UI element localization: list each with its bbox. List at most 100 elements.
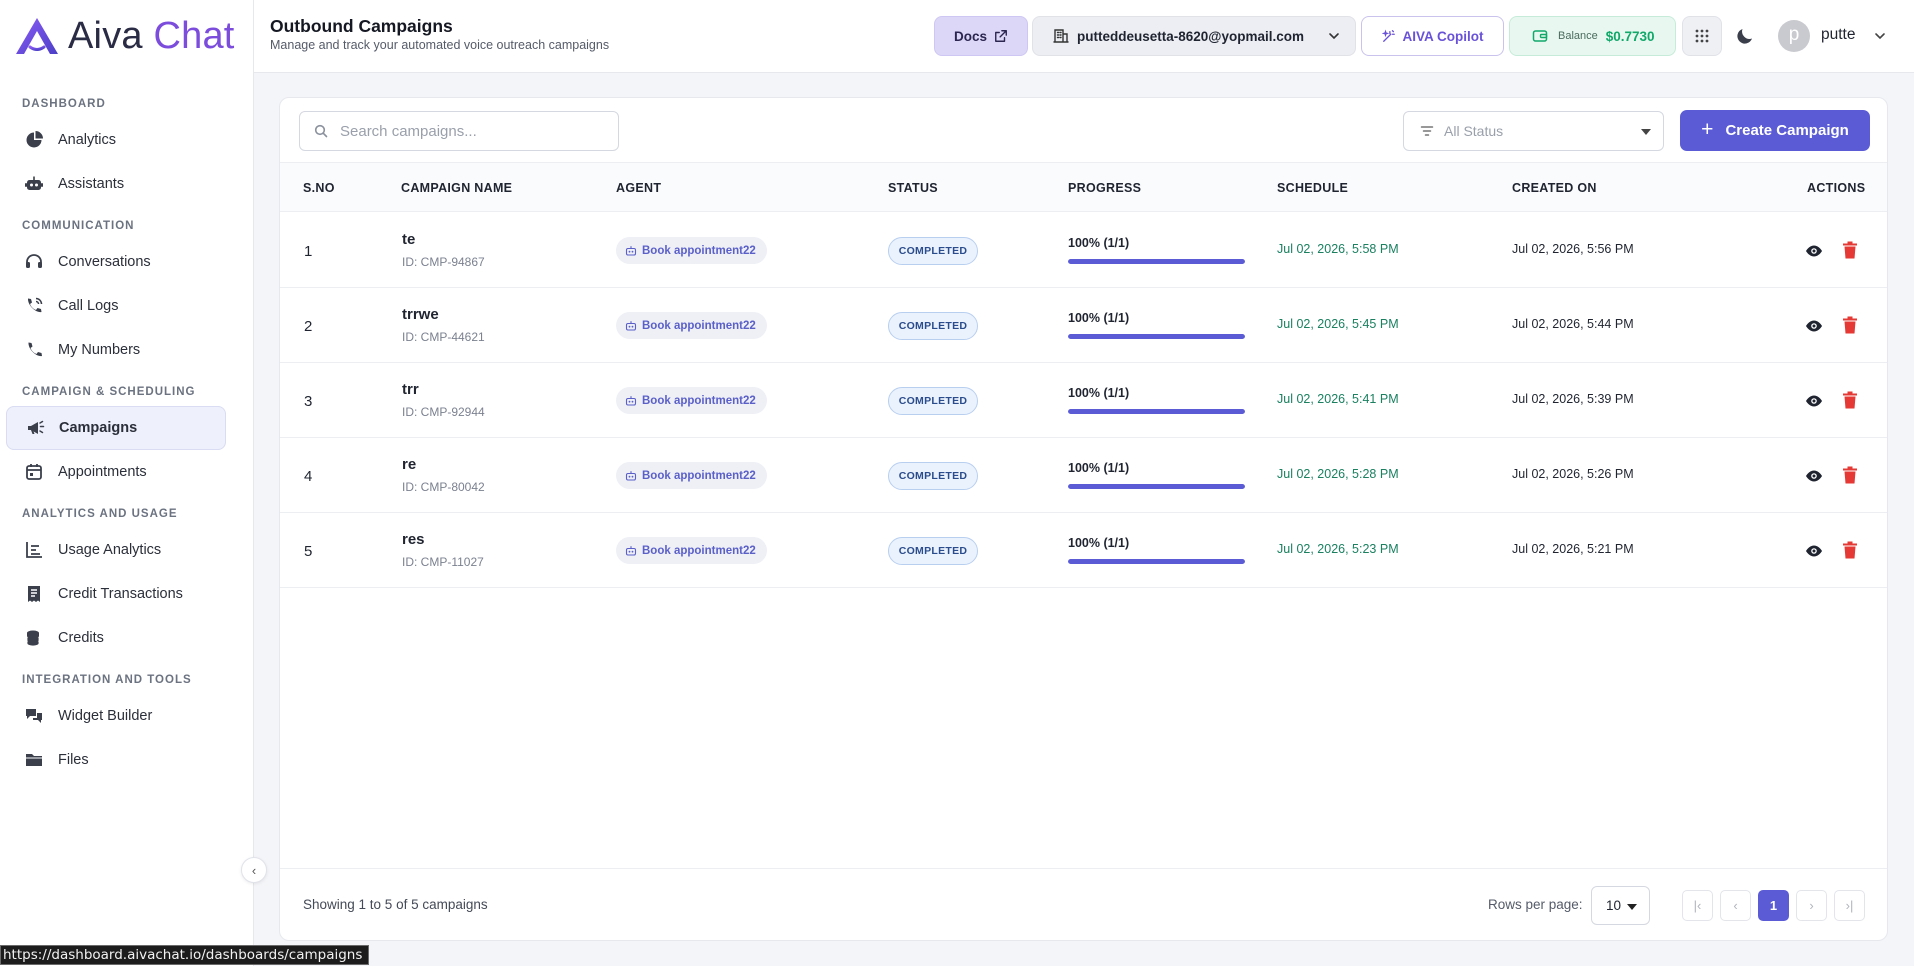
sidebar-item-credits[interactable]: Credits: [0, 616, 254, 660]
col-campaign-name[interactable]: CAMPAIGN NAME: [401, 181, 512, 195]
created-on: Jul 02, 2026, 5:44 PM: [1512, 317, 1634, 331]
docs-label: Docs: [953, 28, 987, 44]
app-logo[interactable]: Aiva Chat: [14, 14, 235, 58]
col-agent[interactable]: AGENT: [616, 181, 661, 195]
agent-badge[interactable]: Book appointment22: [616, 312, 767, 339]
chevron-first-icon: |‹: [1693, 898, 1702, 913]
rows-per-page-select[interactable]: 10: [1591, 886, 1650, 925]
trash-icon[interactable]: [1842, 541, 1858, 559]
agent-name: Book appointment22: [642, 394, 756, 407]
plus-icon: +: [1701, 117, 1714, 141]
sidebar-item-campaigns[interactable]: Campaigns: [6, 406, 226, 450]
sidebar-item-label: Conversations: [58, 254, 151, 270]
create-campaign-button[interactable]: + Create Campaign: [1680, 110, 1870, 151]
table-row[interactable]: 3 trr ID: CMP-92944 Book appointment22 C…: [280, 363, 1887, 438]
sidebar-item-label: Credits: [58, 630, 104, 646]
sidebar-item-assistants[interactable]: Assistants: [0, 162, 254, 206]
showing-count: Showing 1 to 5 of 5 campaigns: [303, 897, 488, 912]
page-button-1[interactable]: 1: [1758, 890, 1789, 921]
progress-bar-fill: [1068, 409, 1245, 414]
apps-grid-button[interactable]: [1682, 16, 1722, 56]
create-campaign-label: Create Campaign: [1725, 122, 1849, 139]
col-created-on[interactable]: CREATED ON: [1512, 181, 1597, 195]
eye-icon[interactable]: [1805, 467, 1823, 485]
agent-badge[interactable]: Book appointment22: [616, 462, 767, 489]
next-page-button[interactable]: ›: [1796, 890, 1827, 921]
campaign-name[interactable]: te: [402, 231, 415, 248]
sidebar-item-my-numbers[interactable]: My Numbers: [0, 328, 254, 372]
user-name[interactable]: putte: [1821, 26, 1855, 44]
browser-status-url: https://dashboard.aivachat.io/dashboards…: [0, 945, 370, 965]
agent-badge[interactable]: Book appointment22: [616, 537, 767, 564]
sidebar-item-call-logs[interactable]: Call Logs: [0, 284, 254, 328]
row-sno: 3: [304, 393, 313, 410]
caret-down-icon: [1627, 904, 1637, 910]
headset-icon: [24, 252, 44, 272]
sidebar-item-usage-analytics[interactable]: Usage Analytics: [0, 528, 254, 572]
schedule-time: Jul 02, 2026, 5:23 PM: [1277, 542, 1399, 556]
aiva-copilot-button[interactable]: AIVA Copilot: [1361, 16, 1504, 56]
trash-icon[interactable]: [1842, 391, 1858, 409]
chevron-last-icon: ›|: [1845, 898, 1854, 913]
robot-icon: [625, 545, 637, 556]
page-subtitle: Manage and track your automated voice ou…: [270, 38, 610, 52]
schedule-time: Jul 02, 2026, 5:45 PM: [1277, 317, 1399, 331]
bar-chart-icon: [24, 540, 44, 560]
table-row[interactable]: 2 trrwe ID: CMP-44621 Book appointment22…: [280, 288, 1887, 363]
table-row[interactable]: 4 re ID: CMP-80042 Book appointment22 CO…: [280, 438, 1887, 513]
sidebar-item-conversations[interactable]: Conversations: [0, 240, 254, 284]
chevron-down-icon[interactable]: [1873, 29, 1887, 43]
status-badge: COMPLETED: [888, 462, 978, 490]
account-email: putteddeusetta-8620@yopmail.com: [1077, 28, 1304, 44]
prev-page-button[interactable]: ‹: [1720, 890, 1751, 921]
schedule-time: Jul 02, 2026, 5:41 PM: [1277, 392, 1399, 406]
trash-icon[interactable]: [1842, 466, 1858, 484]
docs-button[interactable]: Docs: [934, 16, 1028, 56]
search-input[interactable]: [340, 122, 600, 140]
account-selector[interactable]: putteddeusetta-8620@yopmail.com: [1032, 16, 1356, 56]
eye-icon[interactable]: [1805, 317, 1823, 335]
moon-icon[interactable]: [1733, 24, 1757, 48]
table-row[interactable]: 1 te ID: CMP-94867 Book appointment22 CO…: [280, 213, 1887, 288]
robot-icon: [625, 320, 637, 331]
sidebar-item-analytics[interactable]: Analytics: [0, 118, 254, 162]
chevron-down-icon: [1329, 33, 1339, 40]
sidebar-item-label: Appointments: [58, 464, 147, 480]
eye-icon[interactable]: [1805, 242, 1823, 260]
trash-icon[interactable]: [1842, 316, 1858, 334]
agent-badge[interactable]: Book appointment22: [616, 237, 767, 264]
balance-button[interactable]: Balance $0.7730: [1509, 16, 1676, 56]
campaign-id: ID: CMP-44621: [402, 330, 485, 344]
trash-icon[interactable]: [1842, 241, 1858, 259]
balance-value: $0.7730: [1605, 28, 1655, 44]
col-status[interactable]: STATUS: [888, 181, 938, 195]
sidebar-item-label: Usage Analytics: [58, 542, 162, 558]
coins-icon: [24, 628, 44, 648]
created-on: Jul 02, 2026, 5:56 PM: [1512, 242, 1634, 256]
sidebar-item-files[interactable]: Files: [0, 738, 254, 782]
eye-icon[interactable]: [1805, 392, 1823, 410]
search-box[interactable]: [299, 111, 619, 151]
campaign-name[interactable]: trr: [402, 381, 419, 398]
col-progress[interactable]: PROGRESS: [1068, 181, 1141, 195]
sidebar-item-label: Analytics: [58, 132, 117, 148]
progress-bar: [1068, 334, 1245, 339]
first-page-button[interactable]: |‹: [1682, 890, 1713, 921]
avatar[interactable]: p: [1778, 20, 1810, 52]
col-sno[interactable]: S.NO: [303, 181, 335, 195]
sidebar-item-widget-builder[interactable]: Widget Builder: [0, 694, 254, 738]
campaign-name[interactable]: re: [402, 456, 416, 473]
col-schedule[interactable]: SCHEDULE: [1277, 181, 1348, 195]
last-page-button[interactable]: ›|: [1834, 890, 1865, 921]
campaign-name[interactable]: trrwe: [402, 306, 439, 323]
eye-icon[interactable]: [1805, 542, 1823, 560]
table-footer: Showing 1 to 5 of 5 campaigns Rows per p…: [280, 868, 1887, 941]
status-filter-select[interactable]: All Status: [1403, 111, 1664, 151]
sidebar-item-credit-transactions[interactable]: Credit Transactions: [0, 572, 254, 616]
campaign-name[interactable]: res: [402, 531, 425, 548]
sidebar-item-appointments[interactable]: Appointments: [0, 450, 254, 494]
agent-badge[interactable]: Book appointment22: [616, 387, 767, 414]
table-row[interactable]: 5 res ID: CMP-11027 Book appointment22 C…: [280, 513, 1887, 588]
collapse-sidebar-button[interactable]: ‹: [241, 857, 267, 883]
nav-section-title: DASHBOARD: [22, 98, 106, 110]
